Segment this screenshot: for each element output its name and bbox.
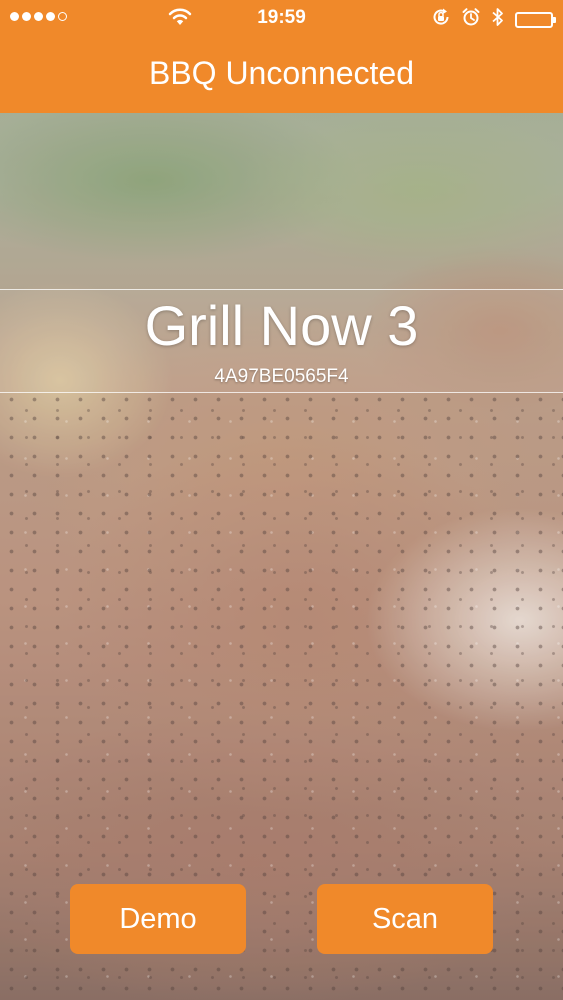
scan-button[interactable]: Scan	[317, 884, 493, 954]
background-overlay	[0, 0, 563, 1000]
status-bar: 19:59	[0, 0, 563, 36]
rotation-lock-icon	[431, 7, 451, 32]
alarm-icon	[461, 7, 481, 32]
device-panel[interactable]: Grill Now 3 4A97BE0565F4	[0, 289, 563, 393]
status-icons	[431, 7, 556, 32]
bluetooth-icon	[491, 7, 505, 32]
page-title: BBQ Unconnected	[148, 55, 415, 91]
device-id: 4A97BE0565F4	[214, 366, 349, 387]
navigation-bar: BBQ Unconnected	[0, 36, 563, 113]
demo-button[interactable]: Demo	[70, 884, 246, 954]
battery-icon	[515, 11, 556, 28]
device-name: Grill Now 3	[144, 294, 419, 357]
app-screen: 19:59 BBQ Unconnected Grill Now 3 4A97BE…	[0, 0, 563, 1000]
